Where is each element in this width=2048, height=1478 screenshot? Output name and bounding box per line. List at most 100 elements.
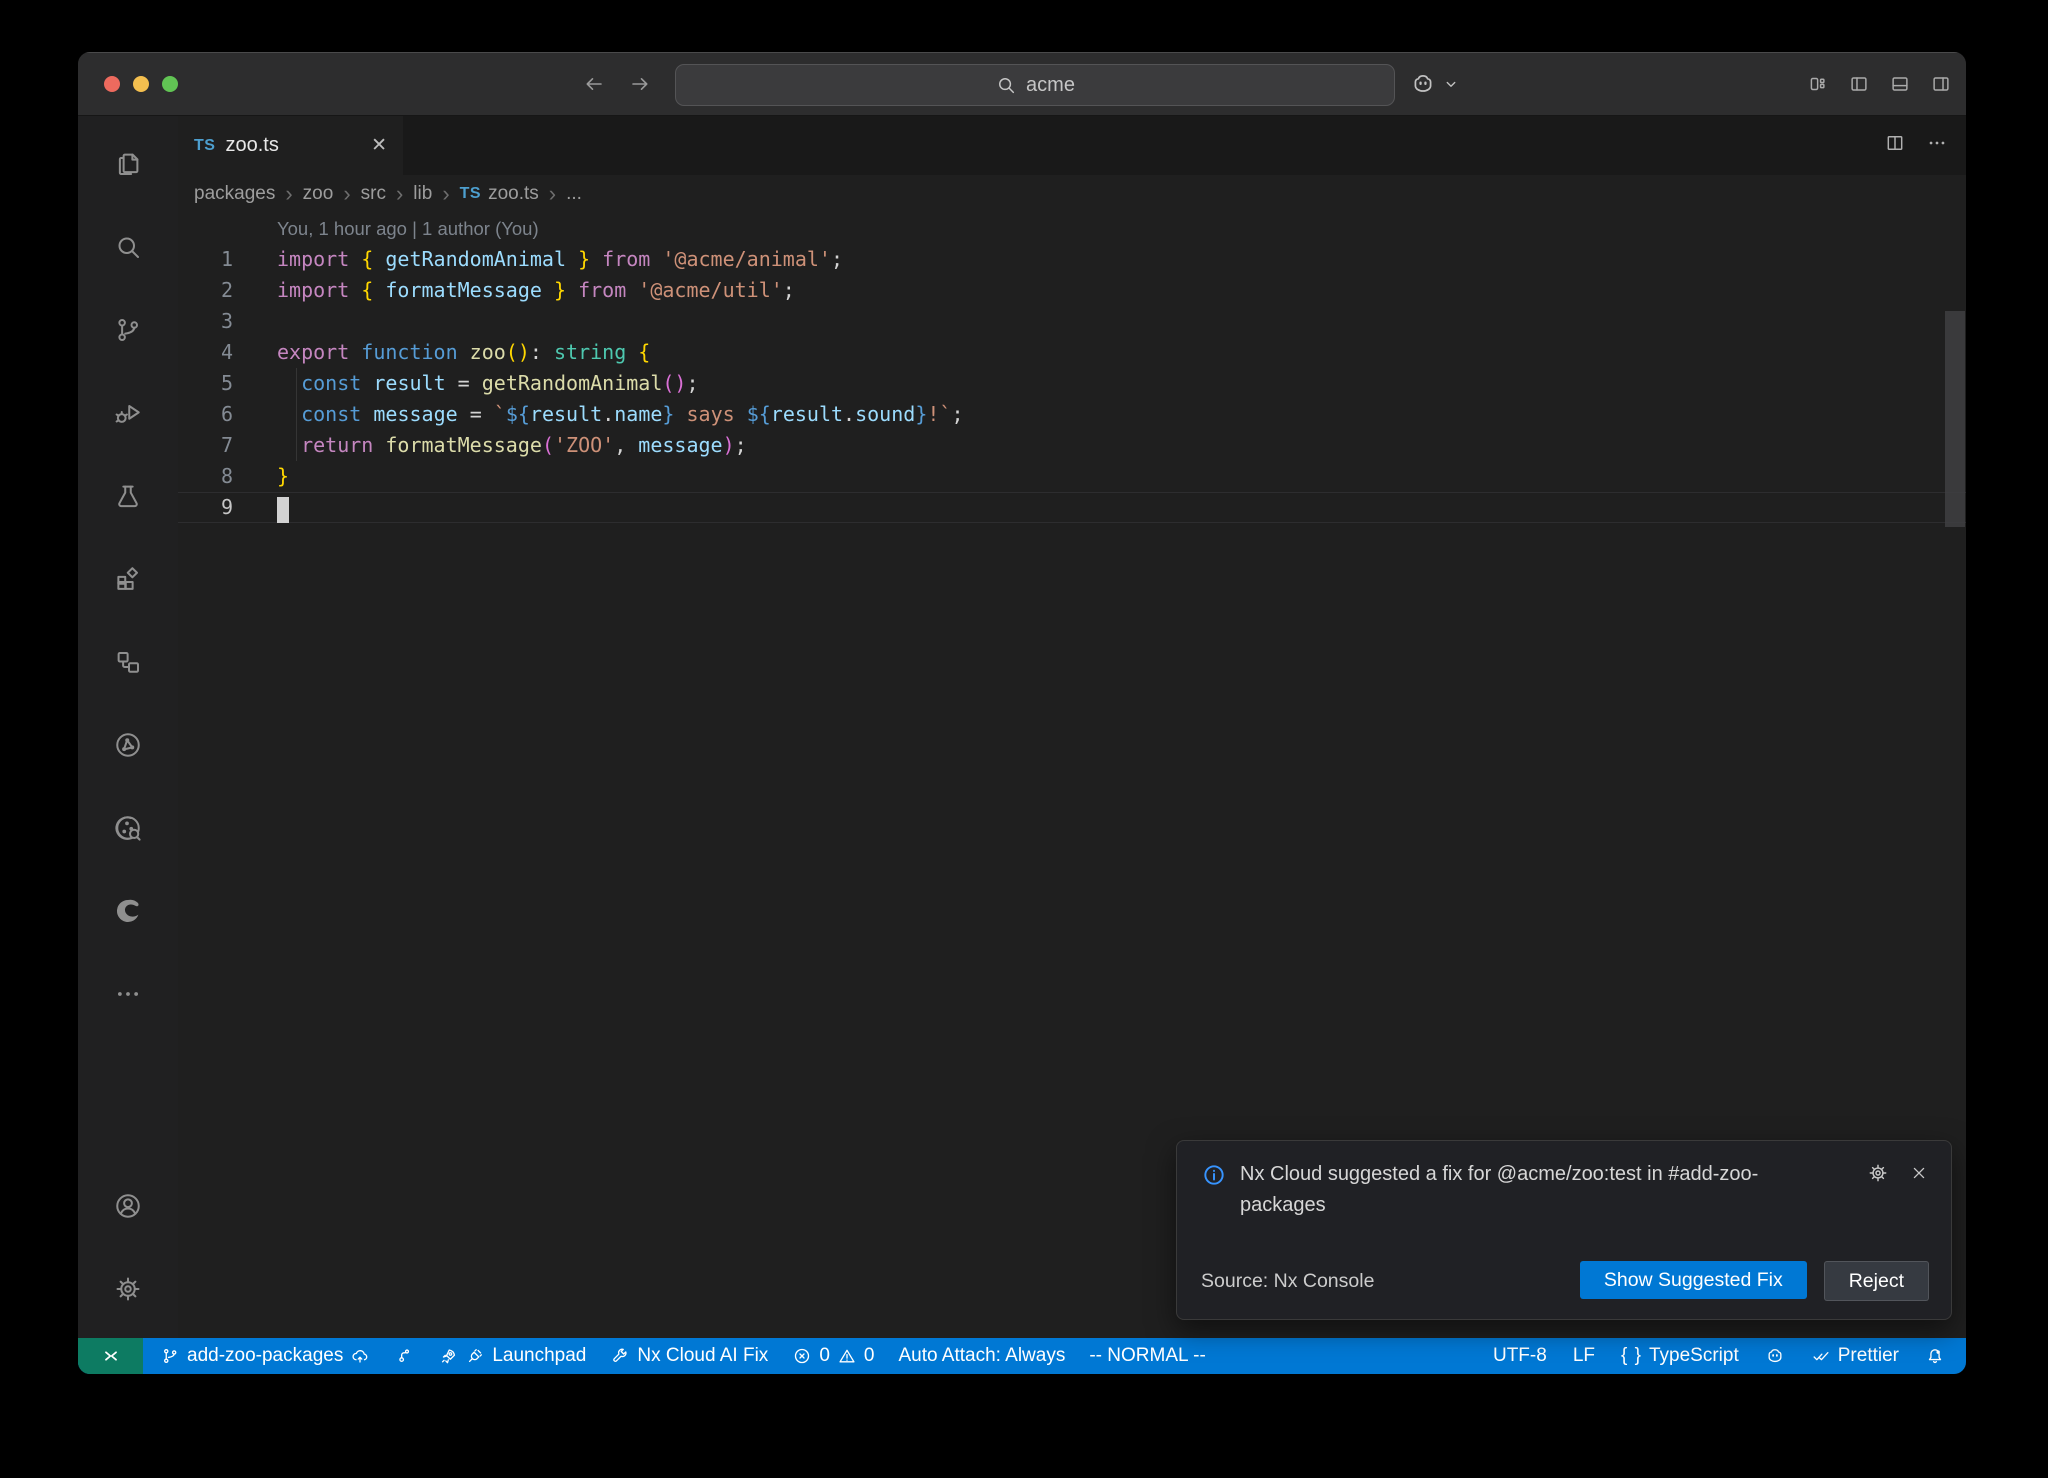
statusbar-launchpad[interactable]: Launchpad <box>429 1338 595 1374</box>
activity-bar-item-search[interactable] <box>78 205 178 288</box>
toggle-secondary-sidebar-button[interactable] <box>1930 73 1952 95</box>
testing-icon <box>113 481 143 511</box>
traffic-lights <box>104 52 178 115</box>
typescript-file-icon: TS <box>460 185 481 203</box>
bell-dot-icon <box>1925 1346 1945 1366</box>
activity-bar-item-more[interactable] <box>78 952 178 1035</box>
arrow-left-icon[interactable] <box>582 72 606 96</box>
status-bar: add-zoo-packages LaunchpadNx Cloud AI Fix… <box>78 1338 1966 1374</box>
zoom-button[interactable] <box>162 76 178 92</box>
activity-bar-item-account[interactable] <box>78 1164 178 1247</box>
activity-bar-item-extensions[interactable] <box>78 537 178 620</box>
activity-bar-item-edge[interactable] <box>78 869 178 952</box>
statusbar-source-control-graph[interactable] <box>385 1338 423 1374</box>
nx-cloud-icon <box>113 813 143 843</box>
braces-icon: { } <box>1621 1345 1642 1367</box>
customize-layout-button[interactable] <box>1807 73 1829 95</box>
tab-bar: TS zoo.ts ✕ <box>178 116 1966 175</box>
search-value: acme <box>1026 74 1075 97</box>
code-line-7: 7 return formatMessage('ZOO', message); <box>178 430 1966 461</box>
minimize-button[interactable] <box>133 76 149 92</box>
git-branch-icon <box>160 1346 180 1366</box>
chevron-right-separator: › <box>548 183 557 205</box>
toggle-panel-button[interactable] <box>1889 73 1911 95</box>
activity-bar-item-run-debug[interactable] <box>78 371 178 454</box>
code-line-3: 3 <box>178 306 1966 337</box>
statusbar-language-mode[interactable]: { }TypeScript <box>1612 1338 1748 1374</box>
activity-bar-item-nx-console[interactable] <box>78 703 178 786</box>
statusbar-eol[interactable]: LF <box>1564 1338 1604 1374</box>
gear-icon[interactable] <box>1867 1162 1889 1184</box>
close-button[interactable] <box>104 76 120 92</box>
warning-icon <box>837 1346 857 1366</box>
typescript-file-icon: TS <box>194 137 215 155</box>
more-icon <box>113 979 143 1009</box>
statusbar-nx-cloud-ai-fix[interactable]: Nx Cloud AI Fix <box>601 1338 777 1374</box>
breadcrumb-item--[interactable]: ... <box>566 183 582 205</box>
statusbar-formatter-prettier[interactable]: Prettier <box>1802 1338 1908 1374</box>
toggle-secondary-sidebar-icon <box>1930 73 1952 95</box>
activity-bar-item-source-control[interactable] <box>78 288 178 371</box>
statusbar-encoding[interactable]: UTF-8 <box>1484 1338 1556 1374</box>
breadcrumb-item-lib[interactable]: lib <box>413 183 432 205</box>
chevron-right-separator: › <box>342 183 351 205</box>
breadcrumb-item-src[interactable]: src <box>361 183 386 205</box>
code-line-8: 8} <box>178 461 1966 492</box>
search-icon <box>113 232 143 262</box>
close-icon[interactable] <box>1909 1163 1929 1183</box>
activity-bar-item-nx-cloud[interactable] <box>78 786 178 869</box>
copilot-icon <box>1410 71 1436 97</box>
breadcrumb-item-zoo-ts[interactable]: TSzoo.ts <box>460 183 539 205</box>
split-editor-icon[interactable] <box>1884 132 1906 159</box>
close-icon[interactable]: ✕ <box>371 134 387 157</box>
line-number: 2 <box>178 275 277 306</box>
account-icon <box>113 1191 143 1221</box>
remote-indicator[interactable] <box>78 1338 143 1374</box>
breadcrumb-item-zoo[interactable]: zoo <box>303 183 334 205</box>
more-actions-icon[interactable] <box>1926 132 1948 159</box>
double-check-icon <box>1811 1346 1831 1366</box>
edge-icon <box>113 896 143 926</box>
line-number: 4 <box>178 337 277 368</box>
history-nav <box>582 52 652 115</box>
show-suggested-fix-button[interactable]: Show Suggested Fix <box>1580 1261 1807 1299</box>
line-number: 7 <box>178 430 277 461</box>
statusbar-problems[interactable]: 00 <box>783 1338 883 1374</box>
activity-bar-item-references[interactable] <box>78 620 178 703</box>
statusbar-vim-mode[interactable]: -- NORMAL -- <box>1080 1338 1214 1374</box>
remote-icon <box>100 1345 122 1367</box>
toggle-primary-sidebar-button[interactable] <box>1848 73 1870 95</box>
references-icon <box>113 647 143 677</box>
chevron-right-separator: › <box>441 183 450 205</box>
activity-bar-item-settings-gear[interactable] <box>78 1247 178 1330</box>
error-icon <box>792 1346 812 1366</box>
plug-icon <box>465 1346 485 1366</box>
statusbar-copilot-status[interactable] <box>1756 1338 1794 1374</box>
line-number: 5 <box>178 368 277 399</box>
run-debug-icon <box>113 398 143 428</box>
notification-source: Source: Nx Console <box>1201 1270 1374 1293</box>
vscode-window: acme TS zoo.ts ✕ packages › zoo › src › lib › TS… <box>78 52 1966 1374</box>
activity-bar-item-explorer[interactable] <box>78 122 178 205</box>
split-editor-icon <box>1884 132 1906 154</box>
line-number: 9 <box>178 492 277 523</box>
breadcrumb-item-packages[interactable]: packages <box>194 183 275 205</box>
statusbar-notifications-bell[interactable] <box>1916 1338 1954 1374</box>
settings-gear-icon <box>113 1274 143 1304</box>
toggle-panel-icon <box>1889 73 1911 95</box>
reject-button[interactable]: Reject <box>1824 1261 1929 1301</box>
activity-bar-item-testing[interactable] <box>78 454 178 537</box>
chevron-right-separator: › <box>284 183 293 205</box>
code-line-4: 4export function zoo(): string { <box>178 337 1966 368</box>
customize-layout-icon <box>1807 73 1829 95</box>
editor-scrollbar[interactable] <box>1945 311 1965 527</box>
tab-zoo-ts[interactable]: TS zoo.ts ✕ <box>178 116 403 175</box>
explorer-icon <box>113 149 143 179</box>
arrow-right-icon[interactable] <box>628 72 652 96</box>
copilot-menu[interactable] <box>1410 52 1461 115</box>
git-commit-icon <box>394 1346 414 1366</box>
statusbar-auto-attach[interactable]: Auto Attach: Always <box>889 1338 1074 1374</box>
command-center-search[interactable]: acme <box>675 64 1395 106</box>
titlebar: acme <box>78 52 1966 116</box>
statusbar-git-branch[interactable]: add-zoo-packages <box>151 1338 379 1374</box>
